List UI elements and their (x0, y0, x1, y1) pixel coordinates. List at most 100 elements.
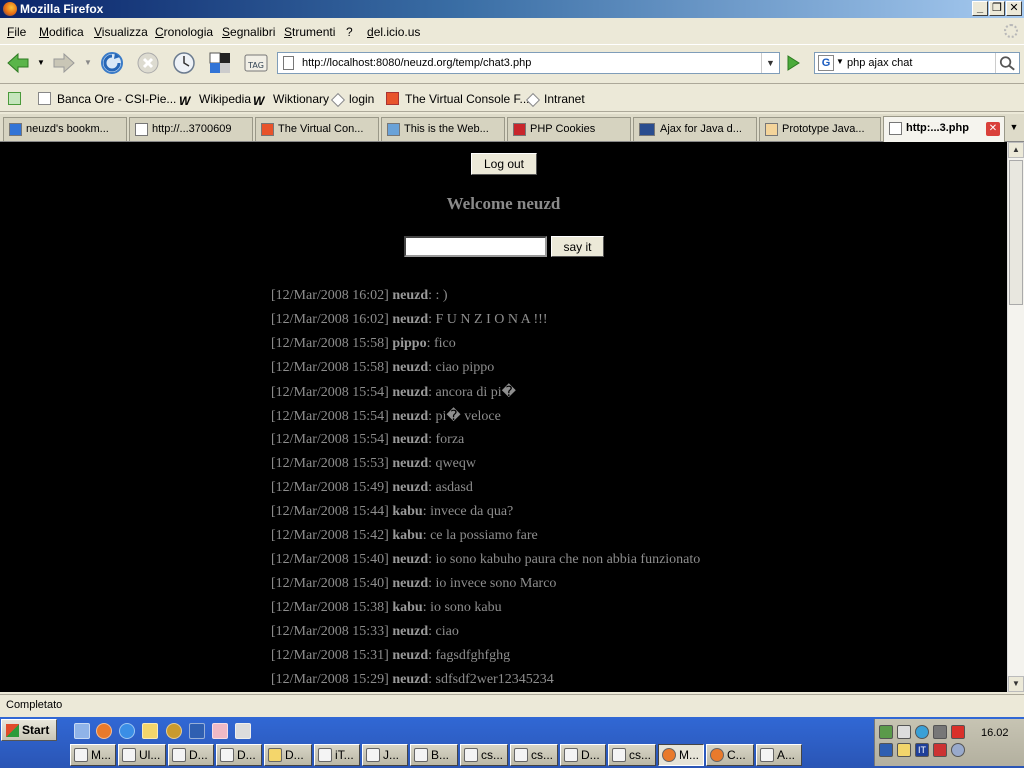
google-engine-icon[interactable]: G (818, 55, 834, 71)
bookmark-login[interactable]: login (330, 92, 374, 108)
bluetooth-icon[interactable] (933, 743, 947, 757)
menu-segnalibri[interactable]: Segnalibri (222, 25, 275, 39)
bookmark-intranet[interactable]: Intranet (525, 92, 585, 108)
app-icon (760, 748, 774, 762)
quicklaunch-firefox-icon[interactable] (96, 723, 112, 739)
page-icon (283, 56, 294, 70)
message-username: neuzd (392, 624, 429, 639)
tab-ajax-java[interactable]: Ajax for Java d... (633, 117, 757, 141)
bookmark-virtual-console[interactable]: The Virtual Console F... (386, 92, 530, 106)
menu-file[interactable]: File (7, 25, 26, 39)
engine-dropdown-icon[interactable]: ▼ (836, 57, 844, 66)
menu-cronologia[interactable]: Cronologia (155, 25, 213, 39)
quicklaunch-ultraedit-icon[interactable] (166, 723, 182, 739)
display-icon[interactable] (933, 725, 947, 739)
taskbar-task-firefox-active[interactable]: M... (658, 744, 704, 766)
close-tab-icon[interactable]: ✕ (986, 122, 1000, 136)
message-input[interactable] (404, 236, 547, 257)
go-icon[interactable] (784, 54, 802, 72)
quicklaunch-ie-icon[interactable] (119, 723, 135, 739)
firefox-icon (3, 2, 17, 16)
tag-icon[interactable]: TAG (243, 50, 269, 76)
search-icon[interactable] (995, 53, 1019, 73)
reload-icon[interactable] (99, 50, 125, 76)
tab-this-is-the-web[interactable]: This is the Web... (381, 117, 505, 141)
chat-message-list: [12/Mar/2008 16:02] neuzd: : ) [12/Mar/20… (271, 288, 991, 692)
antivirus-icon[interactable] (951, 725, 965, 739)
url-dropdown-icon[interactable]: ▼ (761, 53, 779, 73)
restore-button[interactable]: ❐ (989, 1, 1005, 16)
users-icon[interactable] (951, 743, 965, 757)
welcome-heading: Welcome neuzd (446, 194, 561, 213)
quicklaunch-folder-icon[interactable] (235, 723, 251, 739)
chat-message: [12/Mar/2008 15:54] neuzd: pi� veloce (271, 408, 991, 432)
taskbar-task[interactable]: cs... (608, 744, 656, 766)
monitor-icon[interactable] (879, 743, 893, 757)
message-username: kabu (392, 600, 423, 615)
tab-prototype-java[interactable]: Prototype Java... (759, 117, 881, 141)
add-bookmark-icon[interactable] (8, 92, 27, 106)
quicklaunch-java-icon[interactable] (189, 723, 205, 739)
taskbar-task[interactable]: iT... (314, 744, 360, 766)
taskbar-task[interactable]: D... (216, 744, 262, 766)
scroll-up-icon[interactable]: ▲ (1008, 142, 1024, 158)
menu-help[interactable]: ? (346, 25, 353, 39)
back-dropdown-icon[interactable]: ▼ (37, 58, 45, 67)
language-icon[interactable]: IT (915, 743, 929, 757)
scroll-down-icon[interactable]: ▼ (1008, 676, 1024, 692)
tab-chat3-active[interactable]: http:...3.php ✕ (883, 116, 1005, 142)
volume-icon[interactable] (897, 725, 911, 739)
say-it-button[interactable]: say it (551, 236, 604, 257)
network-icon[interactable] (879, 725, 893, 739)
minimize-button[interactable]: _ (972, 1, 988, 16)
tab-http-3700609[interactable]: http://...3700609 (129, 117, 253, 141)
logout-button[interactable]: Log out (471, 153, 537, 175)
message-text: : sdfsdf2wer12345234 (428, 672, 554, 687)
quicklaunch-search-icon[interactable] (142, 723, 158, 739)
taskbar-task[interactable]: cs... (510, 744, 558, 766)
tab-php-cookies[interactable]: PHP Cookies (507, 117, 631, 141)
quicklaunch-paint-icon[interactable] (212, 723, 228, 739)
forward-icon[interactable] (51, 50, 77, 76)
taskbar-task[interactable]: D... (264, 744, 312, 766)
address-bar[interactable]: http://localhost:8080/neuzd.org/temp/cha… (277, 52, 780, 74)
bookmark-wikipedia[interactable]: W Wikipedia (179, 92, 251, 108)
message-text: : invece da qua? (422, 504, 514, 519)
taskbar-task[interactable]: D... (560, 744, 606, 766)
taskbar-task[interactable]: cs... (460, 744, 508, 766)
tab-neuzd-bookmarks[interactable]: neuzd's bookm... (3, 117, 127, 141)
taskbar-task[interactable]: Ul... (118, 744, 166, 766)
delicious-icon[interactable] (207, 50, 233, 76)
mario-icon (386, 92, 399, 105)
scroll-thumb[interactable] (1009, 160, 1023, 305)
url-text[interactable]: http://localhost:8080/neuzd.org/temp/cha… (302, 57, 531, 69)
taskbar-task[interactable]: J... (362, 744, 408, 766)
taskbar-task[interactable]: M... (70, 744, 116, 766)
search-input[interactable] (847, 55, 991, 71)
quicklaunch-desktop-icon[interactable] (74, 723, 90, 739)
taskbar-task[interactable]: B... (410, 744, 458, 766)
back-icon[interactable] (5, 50, 31, 76)
history-clock-icon[interactable] (171, 50, 197, 76)
forward-dropdown-icon[interactable]: ▼ (84, 58, 92, 67)
start-button[interactable]: Start (1, 719, 57, 741)
bookmark-wiktionary[interactable]: W Wiktionary (253, 92, 329, 108)
menu-modifica[interactable]: Modifica (39, 25, 84, 39)
menu-delicious[interactable]: del.icio.us (367, 25, 420, 39)
menu-visualizza[interactable]: Visualizza (94, 25, 148, 39)
folder-tray-icon[interactable] (897, 743, 911, 757)
bookmark-banca-ore[interactable]: Banca Ore - CSI-Pie... (38, 92, 176, 106)
taskbar-task[interactable]: C... (706, 744, 754, 766)
status-bar: Completato (0, 694, 1024, 716)
menu-strumenti[interactable]: Strumenti (284, 25, 335, 39)
message-username: kabu (392, 504, 423, 519)
sync-icon[interactable] (915, 725, 929, 739)
chat-message: [12/Mar/2008 16:02] neuzd: : ) (271, 288, 991, 312)
taskbar-task[interactable]: D... (168, 744, 214, 766)
stop-icon[interactable] (135, 50, 161, 76)
taskbar-task[interactable]: A... (756, 744, 802, 766)
tab-list-dropdown-icon[interactable]: ▼ (1006, 118, 1022, 136)
vertical-scrollbar[interactable]: ▲ ▼ (1007, 142, 1024, 692)
tab-virtual-console[interactable]: The Virtual Con... (255, 117, 379, 141)
close-window-button[interactable]: ✕ (1006, 1, 1022, 16)
